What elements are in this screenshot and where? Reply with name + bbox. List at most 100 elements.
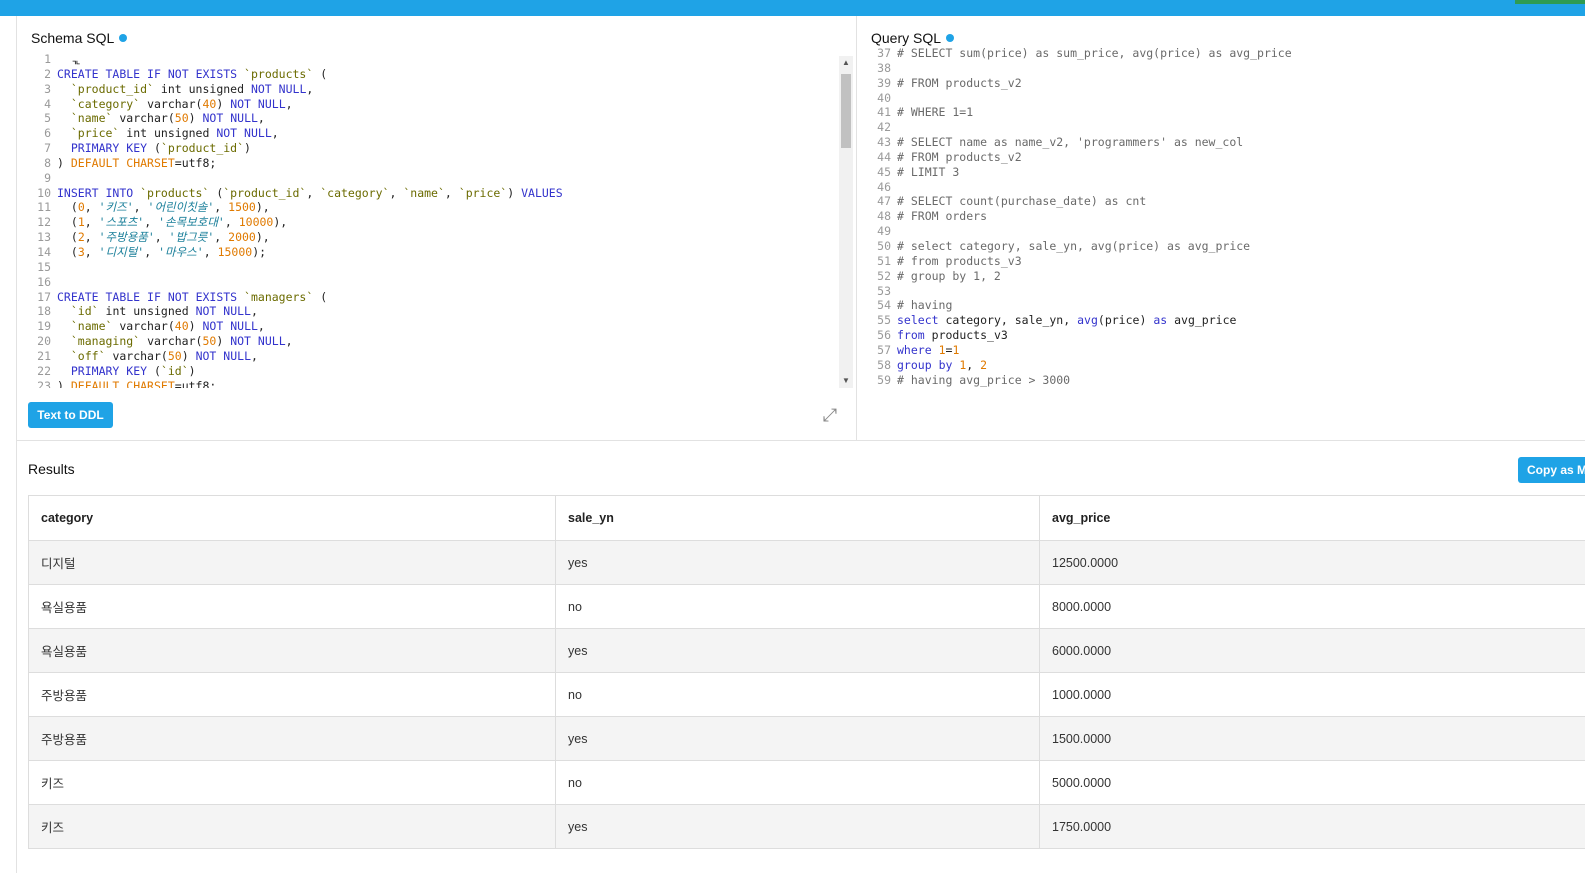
top-bar-button[interactable] — [1515, 0, 1585, 4]
code-text: (3, '디지털', '마우스', 15000); — [70, 244, 267, 259]
scroll-down-arrow-icon[interactable]: ▼ — [839, 374, 853, 388]
status-dot-icon — [946, 34, 955, 42]
code-text: # from products_v3 — [897, 253, 1022, 268]
table-cell: 욕실용품 — [28, 628, 556, 673]
code-line: 4 `category` varchar(40) NOT NULL, — [29, 97, 837, 112]
query-editor[interactable]: 37 # SELECT sum(price) as sum_price, avg(… — [869, 46, 1579, 392]
line-number: 10 — [37, 185, 51, 200]
line-number: 39 — [877, 75, 891, 90]
line-number: 5 — [44, 111, 51, 126]
code-text: INSERT INTO `products` (`product_id`, `c… — [57, 185, 563, 200]
code-text: # FROM orders — [897, 209, 988, 224]
code-text: `name` varchar(50) NOT NULL, — [70, 111, 265, 126]
code-line: 18 `id` int unsigned NOT NULL, — [29, 304, 837, 319]
code-line: 9 — [29, 171, 837, 186]
code-text: ) DEFAULT CHARSET=utf8; — [57, 155, 217, 170]
table-cell: 키즈 — [28, 760, 556, 805]
table-cell: no — [555, 672, 1040, 717]
code-line: 19 `name` varchar(40) NOT NULL, — [29, 319, 837, 334]
table-cell: 주방용품 — [28, 672, 556, 717]
code-line: 56 from products_v3 — [869, 328, 1579, 343]
code-text: # select category, sale_yn, avg(price) a… — [897, 238, 1251, 253]
column-header: category — [28, 495, 556, 541]
line-number: 22 — [37, 363, 51, 378]
code-text: # group by 1, 2 — [897, 268, 1001, 283]
code-line: 41 # WHERE 1=1 — [869, 105, 1579, 120]
expand-icon[interactable]: ⤢ — [819, 404, 841, 426]
table-row: 키즈 no 5000.0000 — [28, 760, 1585, 805]
code-line: 39 # FROM products_v2 — [869, 76, 1579, 91]
table-cell: no — [555, 760, 1040, 805]
line-number: 49 — [877, 224, 891, 239]
code-text: (2, '주방용품', '밥그릇', 2000), — [70, 230, 270, 245]
code-text: # WHERE 1=1 — [897, 105, 974, 120]
table-cell: 5000.0000 — [1039, 760, 1585, 805]
line-number: 52 — [877, 268, 891, 283]
line-number: 55 — [877, 313, 891, 328]
line-number: 58 — [877, 357, 891, 372]
schema-scrollbar[interactable]: ▲ ▼ — [839, 56, 853, 388]
table-cell: 주방용품 — [28, 716, 556, 761]
table-row: 디지털 yes 12500.0000 — [28, 540, 1585, 585]
code-line: 53 — [869, 284, 1579, 299]
line-number: 9 — [44, 170, 51, 185]
line-number: 57 — [877, 342, 891, 357]
code-text: CREATE TABLE IF NOT EXISTS `managers` ( — [57, 289, 328, 304]
code-line: 23) DEFAULT CHARSET=utf8; — [29, 379, 837, 388]
results-table: category sale_yn avg_price 디지털 yes 12500.0… — [28, 495, 1585, 849]
table-cell: 키즈 — [28, 804, 556, 849]
code-line: 49 — [869, 224, 1579, 239]
line-number: 53 — [877, 283, 891, 298]
code-text: ᆨᆫ — [70, 52, 82, 66]
line-number: 8 — [44, 155, 51, 170]
code-line: 54 # having — [869, 298, 1579, 313]
copy-as-markdown-button[interactable]: Copy as Markdown — [1518, 457, 1585, 483]
code-line: 57 where 1=1 — [869, 343, 1579, 358]
line-number: 18 — [37, 304, 51, 319]
schema-editor[interactable]: 1 ᆨᆫ2CREATE TABLE IF NOT EXISTS `product… — [29, 52, 837, 388]
code-text: # having — [897, 298, 953, 313]
line-number: 56 — [877, 328, 891, 343]
code-line: 16 — [29, 275, 837, 290]
line-number: 11 — [37, 200, 51, 215]
code-text: # SELECT name as name_v2, 'programmers' … — [897, 135, 1244, 150]
line-number: 2 — [44, 66, 51, 81]
code-line: 46 — [869, 180, 1579, 195]
table-cell: 디지털 — [28, 540, 556, 585]
code-line: 51 # from products_v3 — [869, 254, 1579, 269]
line-number: 48 — [877, 209, 891, 224]
query-panel: Query SQL 37 # SELECT sum(price) as sum_p… — [856, 16, 1585, 440]
code-text: CREATE TABLE IF NOT EXISTS `products` ( — [57, 66, 328, 81]
code-text: PRIMARY KEY (`id`) — [70, 363, 196, 378]
scroll-thumb[interactable] — [841, 74, 851, 148]
code-line: 58 group by 1, 2 — [869, 358, 1579, 373]
code-text: `price` int unsigned NOT NULL, — [70, 126, 279, 141]
line-number: 45 — [877, 164, 891, 179]
line-number: 15 — [37, 259, 51, 274]
table-cell: yes — [555, 628, 1040, 673]
text-to-ddl-button[interactable]: Text to DDL — [28, 402, 113, 428]
line-number: 59 — [877, 372, 891, 387]
code-line: 15 — [29, 260, 837, 275]
line-number: 14 — [37, 244, 51, 259]
code-text: # having avg_price > 3000 — [897, 372, 1071, 387]
code-text: `name` varchar(40) NOT NULL, — [70, 319, 265, 334]
line-number: 54 — [877, 298, 891, 313]
table-cell: 12500.0000 — [1039, 540, 1585, 585]
line-number: 40 — [877, 90, 891, 105]
line-number: 13 — [37, 230, 51, 245]
code-line: 13 (2, '주방용품', '밥그릇', 2000), — [29, 230, 837, 245]
line-number: 21 — [37, 348, 51, 363]
code-line: 40 — [869, 91, 1579, 106]
code-line: 12 (1, '스포츠', '손목보호대', 10000), — [29, 215, 837, 230]
code-text: select category, sale_yn, avg(price) as … — [897, 313, 1237, 328]
code-line: 50 # select category, sale_yn, avg(price)… — [869, 239, 1579, 254]
code-line: 20 `managing` varchar(50) NOT NULL, — [29, 334, 837, 349]
line-number: 43 — [877, 135, 891, 150]
status-dot-icon — [119, 34, 128, 42]
line-number: 3 — [44, 81, 51, 96]
table-row: 욕실용품 no 8000.0000 — [28, 584, 1585, 629]
column-header: avg_price — [1039, 495, 1585, 541]
code-text: # FROM products_v2 — [897, 75, 1022, 90]
scroll-up-arrow-icon[interactable]: ▲ — [839, 56, 853, 70]
